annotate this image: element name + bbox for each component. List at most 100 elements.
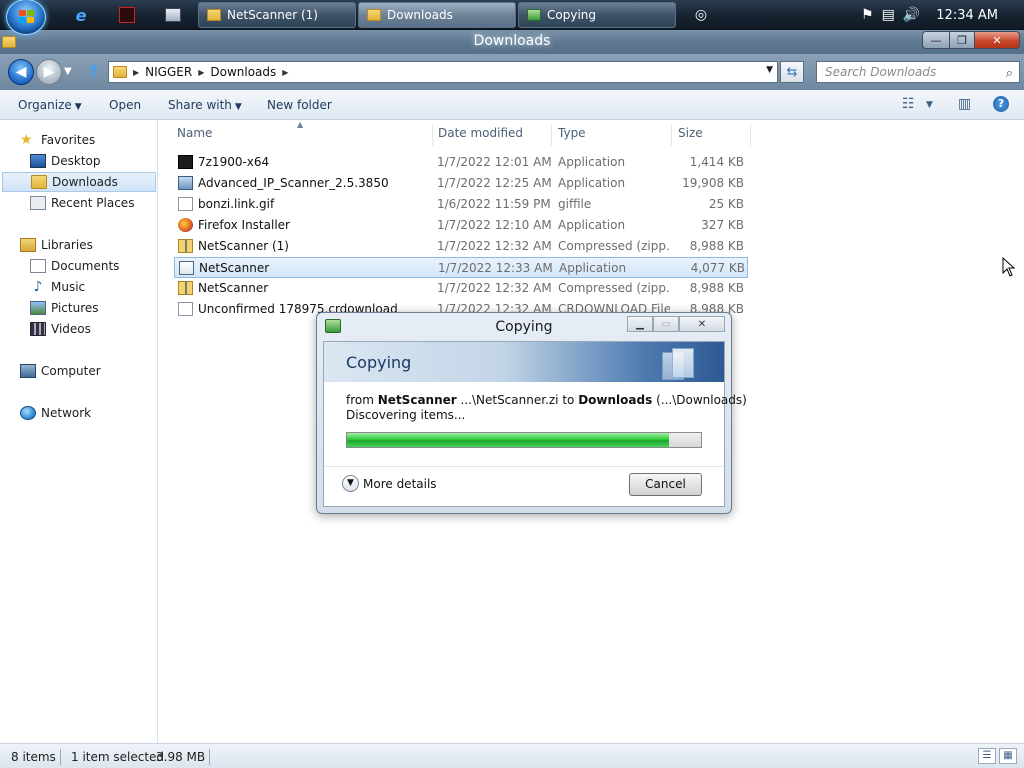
breadcrumb-chevron-icon[interactable]: ▶ — [133, 68, 139, 77]
view-options-icon[interactable]: ☷ — [902, 96, 915, 112]
breadcrumb-chevron-icon[interactable]: ▶ — [282, 68, 288, 77]
table-row[interactable]: Advanced_IP_Scanner_2.5.3850 1/7/2022 12… — [174, 173, 748, 194]
table-row-selected[interactable]: NetScanner 1/7/2022 12:33 AM Application… — [174, 257, 748, 278]
search-icon[interactable]: ⌕ — [1006, 64, 1013, 84]
folder-icon — [207, 9, 221, 21]
refresh-button[interactable]: ⇆ — [780, 61, 804, 83]
media-player-icon[interactable] — [116, 4, 138, 26]
clock[interactable]: 12:34 AM — [936, 8, 998, 23]
nav-recent-places[interactable]: Recent Places — [0, 193, 158, 213]
new-folder-button[interactable]: New folder — [267, 98, 332, 112]
column-header-date[interactable]: Date modified — [438, 126, 523, 146]
7z-icon — [178, 155, 193, 169]
progress-fill — [347, 433, 670, 447]
table-row[interactable]: Firefox Installer 1/7/2022 12:10 AM Appl… — [174, 215, 748, 236]
music-note-icon: ♪ — [33, 279, 43, 295]
maximize-icon: ▭ — [661, 318, 671, 330]
nav-desktop[interactable]: Desktop — [0, 151, 158, 171]
nav-libraries[interactable]: Libraries — [0, 235, 158, 255]
copy-icon — [527, 9, 541, 21]
network-status-icon[interactable]: ▤ — [882, 7, 895, 23]
window-title: Downloads — [473, 33, 551, 49]
column-divider[interactable] — [750, 124, 751, 146]
control-panel-icon[interactable] — [162, 4, 184, 26]
column-header-size[interactable]: Size — [678, 126, 703, 146]
internet-explorer-icon[interactable]: e — [70, 4, 92, 26]
nav-videos[interactable]: Videos — [0, 319, 158, 339]
network-scan-icon[interactable]: ◎ — [690, 4, 712, 26]
file-icon — [178, 302, 193, 316]
minimize-button[interactable]: — — [922, 31, 950, 49]
cancel-button[interactable]: Cancel — [629, 473, 702, 496]
nav-network[interactable]: Network — [0, 403, 158, 423]
desktop-icon — [30, 154, 46, 168]
start-button[interactable] — [6, 0, 46, 35]
open-button[interactable]: Open — [109, 98, 141, 112]
action-center-flag-icon[interactable]: ⚑ — [861, 7, 874, 23]
share-with-button[interactable]: Share with ▼ — [168, 98, 242, 112]
address-bar[interactable]: ▶ NIGGER ▶ Downloads ▶ ▼ — [108, 61, 778, 83]
search-input[interactable]: Search Downloads ⌕ — [816, 61, 1020, 83]
copy-dialog[interactable]: Copying ▁ ▭ ✕ Copying from NetScanner ..… — [316, 312, 747, 514]
breadcrumb-chevron-icon[interactable]: ▶ — [198, 68, 204, 77]
help-icon[interactable]: ? — [993, 96, 1009, 112]
large-icons-view-icon[interactable]: ▦ — [999, 748, 1017, 764]
file-icon — [178, 197, 193, 211]
maximize-button[interactable]: ❐ — [949, 31, 975, 49]
address-dropdown-icon[interactable]: ▼ — [766, 65, 773, 75]
dialog-maximize-button: ▭ — [653, 316, 679, 332]
column-header-name[interactable]: Name — [177, 126, 212, 146]
arrow-left-icon: ◀ — [15, 64, 27, 80]
chevron-down-icon: ▼ — [342, 475, 359, 492]
minimize-icon: ▁ — [636, 318, 644, 330]
dialog-heading: Copying — [346, 353, 412, 372]
copy-status: Discovering items... — [346, 408, 466, 422]
film-strip-icon — [30, 322, 46, 336]
table-row[interactable]: 7z1900-x64 1/7/2022 12:01 AM Application… — [174, 152, 748, 173]
dialog-close-button[interactable]: ✕ — [679, 316, 725, 332]
selection-size: 3.98 MB — [156, 750, 206, 764]
chevron-down-icon[interactable]: ▼ — [926, 100, 933, 110]
more-details-toggle[interactable]: ▼ More details — [342, 475, 437, 492]
breadcrumb-user[interactable]: NIGGER — [145, 65, 192, 79]
item-count: 8 items — [11, 750, 56, 764]
nav-documents[interactable]: Documents — [0, 256, 158, 276]
column-divider[interactable] — [432, 124, 433, 146]
table-row[interactable]: NetScanner 1/7/2022 12:32 AM Compressed … — [174, 278, 748, 299]
command-bar: Organize ▼ Open Share with ▼ New folder ☷ … — [0, 90, 1024, 120]
nav-pictures[interactable]: Pictures — [0, 298, 158, 318]
volume-icon[interactable]: 🔊 — [903, 7, 920, 23]
source-name-link[interactable]: NetScanner — [378, 393, 457, 407]
zip-folder-icon — [178, 239, 193, 253]
column-divider[interactable] — [671, 124, 672, 146]
organize-button[interactable]: Organize ▼ — [18, 98, 82, 112]
window-titlebar[interactable]: Downloads — ❐ ✕ — [0, 30, 1024, 54]
refresh-icon: ⇆ — [786, 64, 798, 80]
history-dropdown-icon[interactable]: ▼ — [64, 66, 72, 77]
recent-places-icon — [30, 196, 46, 210]
folder-icon — [113, 66, 127, 78]
column-divider[interactable] — [551, 124, 552, 146]
dialog-minimize-button[interactable]: ▁ — [627, 316, 653, 332]
table-row[interactable]: NetScanner (1) 1/7/2022 12:32 AM Compres… — [174, 236, 748, 257]
destination-name-link[interactable]: Downloads — [578, 393, 652, 407]
close-button[interactable]: ✕ — [974, 31, 1020, 49]
details-view-icon[interactable]: ☰ — [978, 748, 996, 764]
back-button[interactable]: ◀ — [8, 59, 34, 85]
preview-pane-icon[interactable]: ▥ — [958, 96, 971, 112]
column-header-type[interactable]: Type — [558, 126, 586, 146]
breadcrumb-downloads[interactable]: Downloads — [210, 65, 276, 79]
taskbar-button-copying[interactable]: Copying — [518, 2, 676, 28]
nav-downloads[interactable]: Downloads — [2, 172, 156, 192]
nav-computer[interactable]: Computer — [0, 361, 158, 381]
table-row[interactable]: bonzi.link.gif 1/6/2022 11:59 PM giffile… — [174, 194, 748, 215]
divider — [60, 749, 61, 765]
nav-music[interactable]: ♪ Music — [0, 277, 158, 297]
network-globe-icon — [20, 406, 36, 420]
taskbar-button-downloads[interactable]: Downloads — [358, 2, 516, 28]
up-arrow-icon[interactable]: ↑ — [86, 62, 106, 83]
nav-favorites[interactable]: ★ Favorites — [0, 130, 158, 150]
navigation-pane: ★ Favorites Desktop Downloads Recent Pla… — [0, 120, 158, 743]
forward-button[interactable]: ▶ — [36, 59, 62, 85]
taskbar-button-netscanner[interactable]: NetScanner (1) — [198, 2, 356, 28]
